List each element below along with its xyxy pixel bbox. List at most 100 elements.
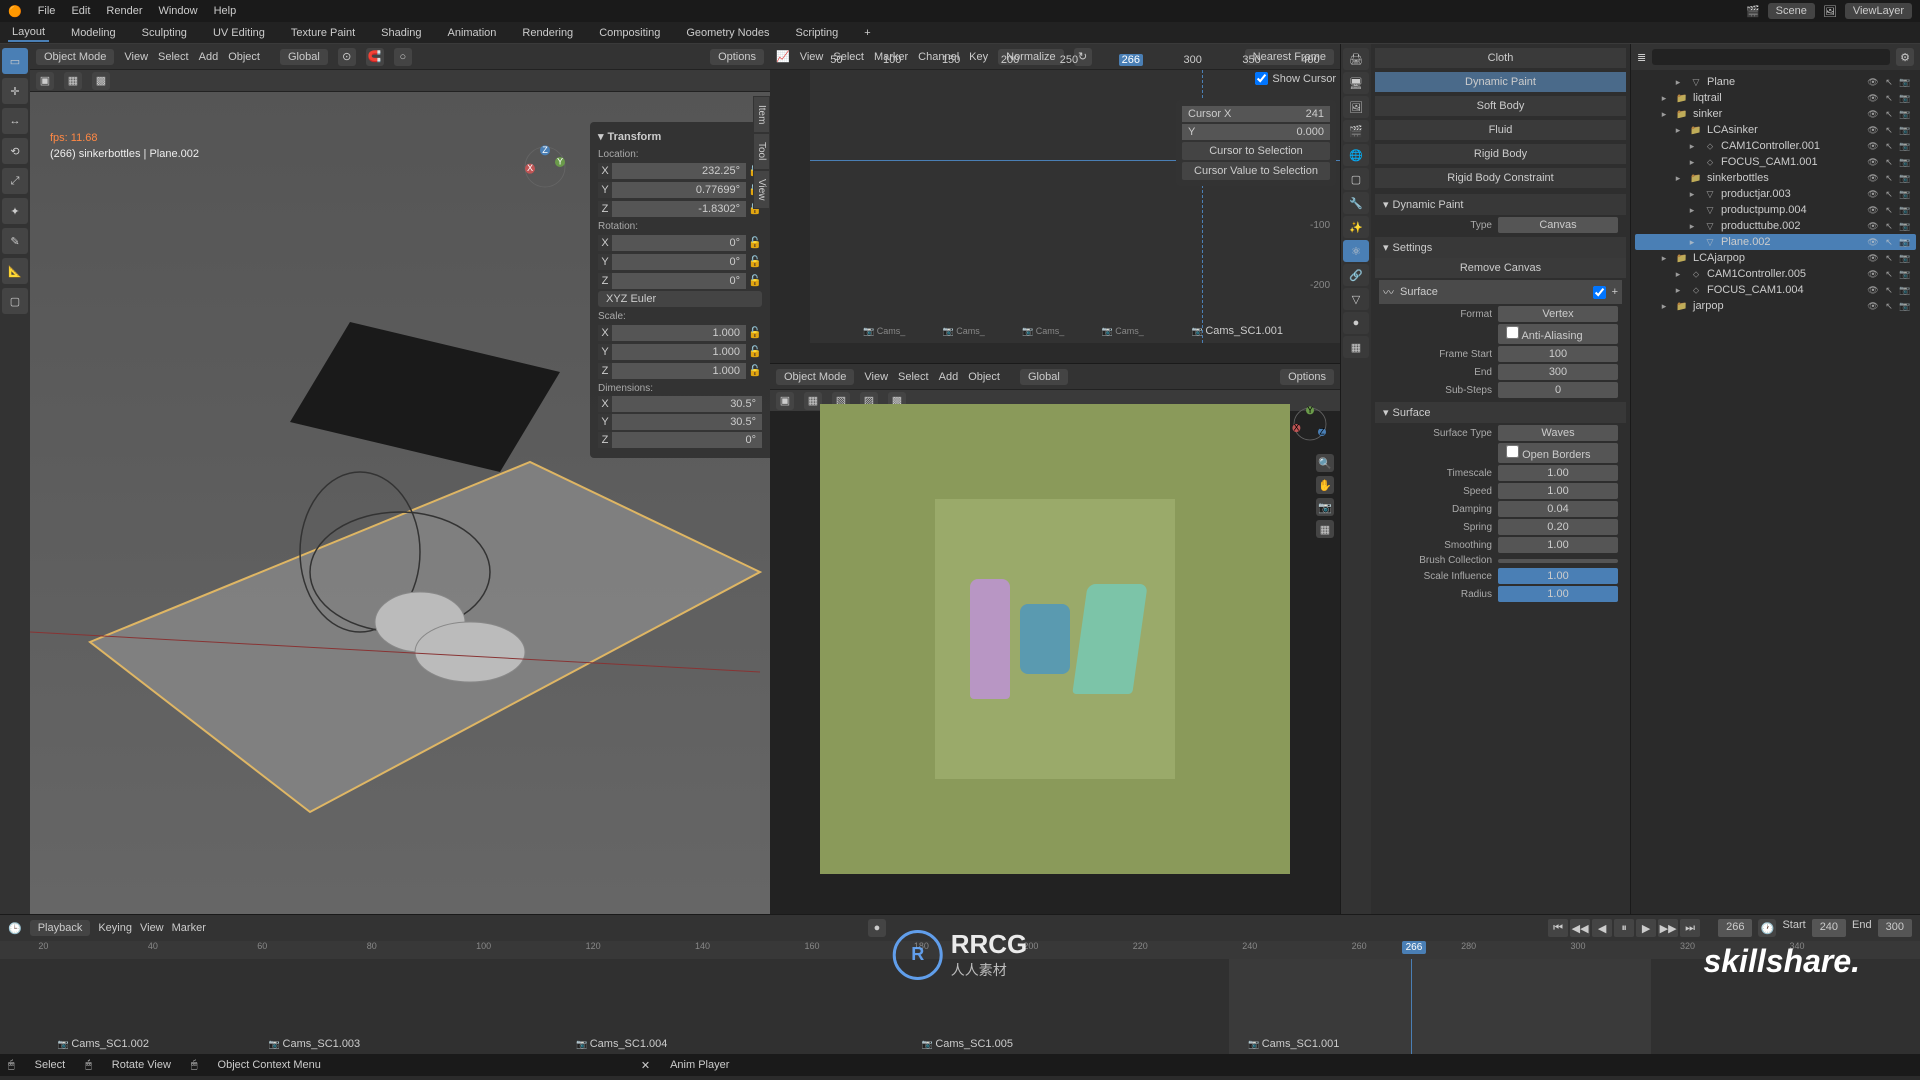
physics-cloth[interactable]: Cloth	[1375, 48, 1626, 68]
physics-softbody[interactable]: Soft Body	[1375, 96, 1626, 116]
tab-modeling[interactable]: Modeling	[67, 25, 120, 41]
viewlayer-selector[interactable]: ViewLayer	[1845, 3, 1912, 19]
tool-measure[interactable]: 📐	[2, 258, 28, 284]
tree-expand-icon[interactable]: ▸	[1657, 107, 1671, 121]
selectable-icon[interactable]: ↖	[1882, 123, 1896, 137]
play-reverse[interactable]: ◀	[1592, 919, 1612, 937]
selectable-icon[interactable]: ↖	[1882, 251, 1896, 265]
eye-icon[interactable]: 👁	[1866, 283, 1880, 297]
npanel-tab-view[interactable]: View	[753, 170, 770, 210]
render-icon[interactable]: 📷	[1898, 91, 1912, 105]
playhead[interactable]: 266	[1402, 941, 1427, 954]
keying-menu[interactable]: Keying	[98, 922, 132, 934]
timeline-icon[interactable]: 🕒	[8, 922, 22, 935]
outliner-item[interactable]: ▸📁sinkerbottles👁↖📷	[1635, 170, 1916, 186]
play[interactable]: ▶	[1636, 919, 1656, 937]
outliner-item[interactable]: ▸📁jarpop👁↖📷	[1635, 298, 1916, 314]
tree-expand-icon[interactable]: ▸	[1685, 203, 1699, 217]
lock-icon[interactable]: 🔓	[746, 324, 762, 341]
prop-tab-particles[interactable]: ✨	[1343, 216, 1369, 238]
chevron-down-icon[interactable]: ▾	[1383, 198, 1389, 211]
radius-field[interactable]: 1.00	[1498, 586, 1618, 602]
mode-selector[interactable]: Object Mode	[36, 49, 114, 65]
tree-expand-icon[interactable]: ▸	[1685, 235, 1699, 249]
chevron-down-icon[interactable]: ▾	[1383, 406, 1389, 419]
tree-expand-icon[interactable]: ▸	[1685, 219, 1699, 233]
chevron-down-icon[interactable]: ▾	[598, 130, 604, 143]
tree-expand-icon[interactable]: ▸	[1671, 123, 1685, 137]
prop-tab-object[interactable]: ▢	[1343, 168, 1369, 190]
damping-field[interactable]: 0.04	[1498, 501, 1618, 517]
tree-expand-icon[interactable]: ▸	[1657, 251, 1671, 265]
render-icon[interactable]: 📷	[1898, 155, 1912, 169]
viewport-3d[interactable]: fps: 11.68 (266) sinkerbottles | Plane.0…	[30, 92, 770, 914]
camera-view-menu[interactable]: View	[864, 371, 888, 383]
tab-add[interactable]: +	[860, 25, 874, 41]
nav-gizmo[interactable]: Z Y X	[520, 142, 570, 192]
menu-select[interactable]: Select	[158, 51, 189, 63]
selectable-icon[interactable]: ↖	[1882, 91, 1896, 105]
tree-expand-icon[interactable]: ▸	[1685, 155, 1699, 169]
current-frame[interactable]: 266	[1718, 919, 1752, 937]
pivot-icon[interactable]: ⊙	[338, 48, 356, 66]
lock-icon[interactable]: 🔓	[746, 362, 762, 379]
selectable-icon[interactable]: ↖	[1882, 187, 1896, 201]
menu-help[interactable]: Help	[214, 5, 237, 17]
tab-uvediting[interactable]: UV Editing	[209, 25, 269, 41]
selectable-icon[interactable]: ↖	[1882, 283, 1896, 297]
select-mode-3-icon[interactable]: ▩	[92, 72, 110, 90]
remove-canvas-button[interactable]: Remove Canvas	[1375, 258, 1626, 278]
render-icon[interactable]: 📷	[1898, 299, 1912, 313]
add-icon[interactable]: +	[1612, 286, 1618, 298]
outliner-item[interactable]: ▸▽Plane👁↖📷	[1635, 74, 1916, 90]
prop-tab-physics[interactable]: ⚛	[1343, 240, 1369, 262]
tree-expand-icon[interactable]: ▸	[1671, 171, 1685, 185]
eye-icon[interactable]: 👁	[1866, 235, 1880, 249]
tab-texturepaint[interactable]: Texture Paint	[287, 25, 359, 41]
lock-icon[interactable]: 🔓	[746, 343, 762, 360]
physics-dynamicpaint[interactable]: Dynamic Paint	[1375, 72, 1626, 92]
dim-z[interactable]: 0°	[612, 432, 762, 448]
prop-tab-render[interactable]: 🖨	[1343, 48, 1369, 70]
cursor-value-to-selection[interactable]: Cursor Value to Selection	[1182, 162, 1330, 180]
keyframe-prev[interactable]: ◀◀	[1570, 919, 1590, 937]
menu-view[interactable]: View	[124, 51, 148, 63]
rot-y[interactable]: 0°	[612, 254, 746, 270]
cursor-y-field[interactable]: 0.000	[1296, 126, 1324, 138]
prop-tab-data[interactable]: ▽	[1343, 288, 1369, 310]
proportional-icon[interactable]: ○	[394, 48, 412, 66]
jump-start[interactable]: ⏮	[1548, 919, 1568, 937]
playback-menu[interactable]: Playback	[30, 920, 91, 936]
prop-tab-scene[interactable]: 🎬	[1343, 120, 1369, 142]
cam-tool-select[interactable]: ▣	[776, 392, 794, 410]
substeps-field[interactable]: 0	[1498, 382, 1618, 398]
camera-select-menu[interactable]: Select	[898, 371, 929, 383]
options-button[interactable]: Options	[710, 49, 764, 65]
camera-mode[interactable]: Object Mode	[776, 369, 854, 385]
loc-z[interactable]: -1.8302°	[612, 201, 746, 217]
open-borders-cb[interactable]	[1506, 445, 1519, 458]
eye-icon[interactable]: 👁	[1866, 267, 1880, 281]
loc-y[interactable]: 0.77699°	[612, 182, 746, 198]
prop-tab-texture[interactable]: ▦	[1343, 336, 1369, 358]
tab-scripting[interactable]: Scripting	[791, 25, 842, 41]
auto-key-icon[interactable]: ●	[868, 919, 886, 937]
prop-tab-world[interactable]: 🌐	[1343, 144, 1369, 166]
render-icon[interactable]: 📷	[1898, 139, 1912, 153]
render-icon[interactable]: 📷	[1898, 203, 1912, 217]
tree-expand-icon[interactable]: ▸	[1657, 299, 1671, 313]
tab-geonodes[interactable]: Geometry Nodes	[682, 25, 773, 41]
menu-render[interactable]: Render	[106, 5, 142, 17]
outliner-item[interactable]: ▸⬦CAM1Controller.005👁↖📷	[1635, 266, 1916, 282]
selectable-icon[interactable]: ↖	[1882, 235, 1896, 249]
eye-icon[interactable]: 👁	[1866, 75, 1880, 89]
prop-tab-viewlayer[interactable]: 🖼	[1343, 96, 1369, 118]
marker-3[interactable]: 📷 Cams_SC1.004	[576, 1038, 667, 1050]
pan-icon[interactable]: ✋	[1316, 476, 1334, 494]
selectable-icon[interactable]: ↖	[1882, 267, 1896, 281]
tool-annotate[interactable]: ✎	[2, 228, 28, 254]
render-icon[interactable]: 📷	[1898, 283, 1912, 297]
outliner-item[interactable]: ▸📁liqtrail👁↖📷	[1635, 90, 1916, 106]
jump-end[interactable]: ⏭	[1680, 919, 1700, 937]
surface-enabled[interactable]	[1593, 286, 1606, 299]
